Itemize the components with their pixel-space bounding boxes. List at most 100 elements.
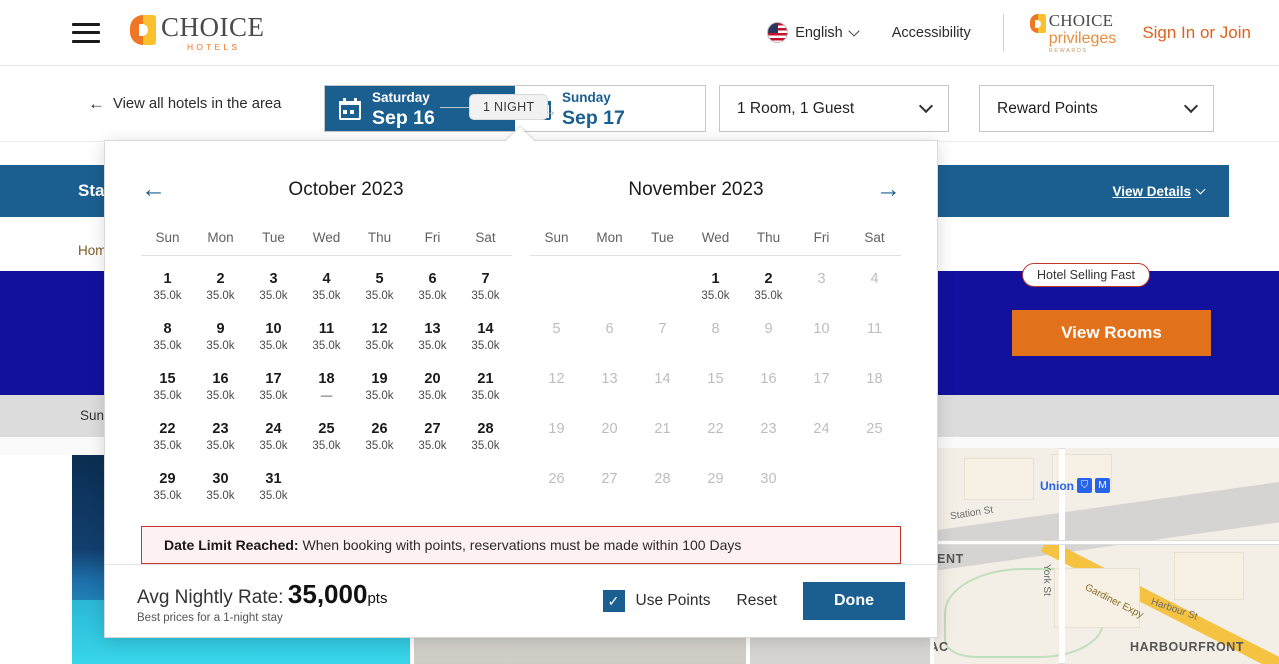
- day-cell[interactable]: 12 35.0k: [353, 320, 406, 368]
- weekday-fri: Fri: [424, 230, 441, 245]
- day-number: 30: [212, 471, 229, 487]
- day-number: 22: [707, 421, 724, 437]
- day-number: 18: [318, 371, 335, 387]
- day-points: 35.0k: [206, 290, 235, 302]
- calendar-footer: Avg Nightly Rate: 35,000pts Best prices …: [105, 564, 937, 637]
- day-cell[interactable]: 11 35.0k: [300, 320, 353, 368]
- view-details-link[interactable]: View Details: [1112, 183, 1206, 199]
- date-picker-popover: ← October 2023 November 2023 → Sun Mon Tue…: [104, 140, 938, 638]
- back-to-hotels-link[interactable]: ← View all hotels in the area: [88, 95, 281, 112]
- day-cell[interactable]: 6 35.0k: [406, 270, 459, 318]
- day-number: 16: [760, 371, 777, 387]
- day-cell[interactable]: 5 35.0k: [353, 270, 406, 318]
- day-number: 27: [424, 421, 441, 437]
- day-points: 35.0k: [365, 440, 394, 452]
- cp-line2: privileges: [1048, 29, 1117, 47]
- day-number: 5: [552, 321, 561, 337]
- day-cell-empty: [636, 270, 689, 318]
- day-number: 20: [601, 421, 618, 437]
- day-cell[interactable]: 9 35.0k: [194, 320, 247, 368]
- day-cell[interactable]: 13 35.0k: [406, 320, 459, 368]
- view-details-label: View Details: [1112, 183, 1191, 199]
- next-month-button[interactable]: →: [871, 177, 901, 202]
- choice-hotels-logo[interactable]: CHOICE HOTELS: [130, 13, 265, 52]
- day-cell[interactable]: 24 35.0k: [247, 420, 300, 468]
- choice-logo-icon: [130, 15, 156, 45]
- day-number: 29: [707, 471, 724, 487]
- day-cell[interactable]: 16 35.0k: [194, 370, 247, 418]
- checkmark-icon: ✓: [602, 590, 625, 612]
- day-number: 1: [711, 271, 720, 287]
- nights-connector: [440, 107, 470, 108]
- avg-rate-value: 35,000: [287, 578, 368, 609]
- map-label-cityplace: BOURFRONT-CITYPLAC: [934, 640, 949, 654]
- day-points: 35.0k: [418, 290, 447, 302]
- day-cell[interactable]: 7 35.0k: [459, 270, 512, 318]
- day-cell[interactable]: 28 35.0k: [459, 420, 512, 468]
- reset-button[interactable]: Reset: [737, 592, 778, 610]
- language-selector[interactable]: English: [767, 22, 860, 43]
- day-cell[interactable]: 8 35.0k: [141, 320, 194, 368]
- day-cell: 14: [636, 370, 689, 418]
- arrow-left-icon: ←: [88, 94, 105, 113]
- map-label-entertainment-1: MENT: [934, 552, 964, 566]
- day-number: 4: [322, 271, 331, 287]
- day-cell[interactable]: 2 35.0k: [742, 270, 795, 318]
- day-cell[interactable]: 26 35.0k: [353, 420, 406, 468]
- day-cell[interactable]: 17 35.0k: [247, 370, 300, 418]
- day-cell[interactable]: 18 —: [300, 370, 353, 418]
- day-points: 35.0k: [259, 390, 288, 402]
- day-cell[interactable]: 29 35.0k: [141, 470, 194, 518]
- hamburger-menu-icon[interactable]: [72, 22, 100, 43]
- calendar-month-october: Sun Mon Tue Wed Thu Fri Sat 1 35.0k 2 35.0k 3 35.0k…: [141, 202, 512, 518]
- view-rooms-button[interactable]: View Rooms: [1012, 310, 1211, 356]
- header-divider: [1002, 13, 1004, 52]
- prev-month-button[interactable]: ←: [141, 177, 171, 202]
- rate-type-select[interactable]: Reward Points: [979, 85, 1214, 132]
- day-cell[interactable]: 14 35.0k: [459, 320, 512, 368]
- day-cell[interactable]: 27 35.0k: [406, 420, 459, 468]
- day-number: 22: [159, 421, 176, 437]
- day-cell[interactable]: 3 35.0k: [247, 270, 300, 318]
- map-label-union: Union: [1040, 478, 1074, 493]
- day-points: 35.0k: [471, 390, 500, 402]
- day-cell[interactable]: 31 35.0k: [247, 470, 300, 518]
- day-cell[interactable]: 1 35.0k: [689, 270, 742, 318]
- avg-rate-label: Avg Nightly Rate:: [137, 586, 284, 608]
- day-cell[interactable]: 22 35.0k: [141, 420, 194, 468]
- sign-in-or-join-link[interactable]: Sign In or Join: [1142, 23, 1251, 43]
- day-cell[interactable]: 23 35.0k: [194, 420, 247, 468]
- day-number: 21: [477, 371, 494, 387]
- day-cell: 26: [530, 470, 583, 518]
- day-cell[interactable]: 10 35.0k: [247, 320, 300, 368]
- day-number: 3: [269, 271, 278, 287]
- weekday-tue: Tue: [262, 230, 285, 245]
- day-number: 5: [375, 271, 384, 287]
- day-cell[interactable]: 2 35.0k: [194, 270, 247, 318]
- day-cell[interactable]: 20 35.0k: [406, 370, 459, 418]
- day-points: 35.0k: [312, 440, 341, 452]
- day-cell: 19: [530, 420, 583, 468]
- choice-privileges-logo[interactable]: CHOICE privileges REWARDS: [1029, 12, 1117, 54]
- rooms-guests-select[interactable]: 1 Room, 1 Guest: [719, 85, 949, 132]
- day-points: 35.0k: [206, 340, 235, 352]
- day-points: 35.0k: [206, 390, 235, 402]
- accessibility-link[interactable]: Accessibility: [892, 25, 971, 41]
- day-number: 12: [371, 321, 388, 337]
- calendar-popover-pointer: [505, 127, 535, 142]
- day-cell[interactable]: 15 35.0k: [141, 370, 194, 418]
- day-cell[interactable]: 1 35.0k: [141, 270, 194, 318]
- map-marker-union-station[interactable]: Union ⛉ M: [1040, 478, 1110, 493]
- day-cell[interactable]: 21 35.0k: [459, 370, 512, 418]
- day-cell[interactable]: 4 35.0k: [300, 270, 353, 318]
- use-points-checkbox[interactable]: ✓ Use Points: [602, 590, 711, 612]
- page-root: Stay View Details Home E 00 pts ght Hote…: [0, 0, 1279, 664]
- day-points: 35.0k: [365, 290, 394, 302]
- day-cell[interactable]: 19 35.0k: [353, 370, 406, 418]
- day-cell[interactable]: 25 35.0k: [300, 420, 353, 468]
- day-cell[interactable]: 30 35.0k: [194, 470, 247, 518]
- day-number: 1: [163, 271, 172, 287]
- done-button[interactable]: Done: [803, 582, 905, 620]
- day-cell: 23: [742, 420, 795, 468]
- day-cell: 28: [636, 470, 689, 518]
